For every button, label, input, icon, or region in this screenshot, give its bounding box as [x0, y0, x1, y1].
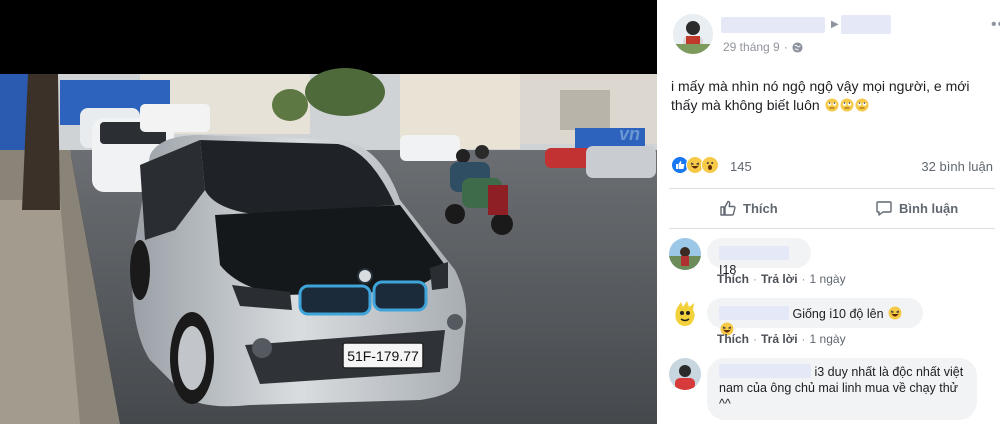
commenter-name-redacted[interactable]	[719, 364, 811, 378]
comment-reply-link[interactable]: Trả lời	[761, 272, 798, 286]
comment-label: Bình luận	[899, 200, 959, 216]
comment-item: I18 Thích · Trả lời · 1 ngày	[669, 238, 999, 288]
comment-icon	[876, 201, 892, 216]
comment-item: i3 duy nhất là độc nhất việt nam của ông…	[669, 358, 999, 424]
thumb-up-icon	[720, 200, 736, 216]
post-text: i mấy mà nhìn nó ngộ ngộ vậy mọi người, …	[671, 78, 970, 113]
post-actions: Thích Bình luận	[669, 190, 995, 226]
author-name-redacted[interactable]	[721, 17, 825, 33]
street-photo: 51F-179.77 vn	[0, 0, 657, 424]
comment-like-link[interactable]: Thích	[717, 272, 749, 286]
comment-text-line1: i3 duy nhất là độc nhất việt	[814, 365, 964, 379]
commenter-name-redacted[interactable]	[719, 306, 789, 320]
commenter-avatar[interactable]	[669, 238, 701, 270]
comment-time[interactable]: 1 ngày	[810, 272, 846, 286]
reactions-summary[interactable]: 145 32 bình luận	[671, 156, 993, 178]
divider-bottom	[669, 228, 995, 229]
comment-text-line2: nam của ông chủ mai linh mua về chạy thử	[719, 381, 959, 395]
laughing-emoji-icon	[888, 306, 902, 320]
comment-actions: Thích · Trả lời · 1 ngày	[717, 332, 846, 346]
license-plate-text: 51F-179.77	[347, 348, 419, 364]
reaction-icons	[671, 156, 719, 174]
like-button[interactable]: Thích	[719, 190, 778, 226]
post-header: ▶ 29 tháng 9 · •••	[673, 14, 1000, 58]
comment-text: Giống i10 độ lên	[792, 307, 884, 321]
meta-separator: ·	[783, 40, 788, 54]
caret-right-icon: ▶	[831, 19, 839, 30]
facebook-photo-viewer: 51F-179.77 vn ▶ 29 tháng 9 · • i mấy mà …	[0, 0, 1000, 424]
comment-bubble: Giống i10 độ lên	[707, 298, 923, 336]
rolling-eyes-emoji-icon	[825, 98, 839, 112]
rolling-eyes-emoji-icon	[855, 98, 869, 112]
like-label: Thích	[743, 200, 778, 216]
post-meta: 29 tháng 9 ·	[723, 40, 803, 54]
photo-area[interactable]: 51F-179.77 vn	[0, 0, 657, 424]
globe-icon	[792, 41, 803, 53]
comment-time[interactable]: 1 ngày	[810, 332, 846, 346]
comment-bubble: i3 duy nhất là độc nhất việt nam của ông…	[707, 358, 977, 420]
rolling-eyes-emoji-icon	[840, 98, 854, 112]
comment-actions: Thích · Trả lời · 1 ngày	[717, 272, 846, 286]
reaction-count: 145	[730, 159, 752, 174]
wow-icon	[701, 156, 719, 174]
commenter-avatar[interactable]	[669, 298, 701, 330]
comment-text-line3: ^^	[719, 397, 731, 411]
author-avatar[interactable]	[673, 14, 713, 54]
commenter-avatar[interactable]	[669, 358, 701, 390]
more-options-icon[interactable]: •••	[991, 16, 1000, 34]
comment-like-link[interactable]: Thích	[717, 332, 749, 346]
divider-top	[669, 188, 995, 189]
comment-bubble: I18	[707, 238, 811, 277]
group-name-redacted[interactable]	[841, 15, 891, 34]
commenter-name-redacted[interactable]	[719, 246, 789, 260]
watermark-text: vn	[619, 124, 640, 144]
post-body: i mấy mà nhìn nó ngộ ngộ vậy mọi người, …	[671, 77, 993, 115]
comment-button[interactable]: Bình luận	[875, 190, 958, 226]
post-date[interactable]: 29 tháng 9	[723, 40, 780, 54]
comment-reply-link[interactable]: Trả lời	[761, 332, 798, 346]
comment-item: Giống i10 độ lên Thích · Trả lời · 1 ngày	[669, 298, 999, 348]
comment-count-link[interactable]: 32 bình luận	[921, 159, 993, 174]
post-panel: ▶ 29 tháng 9 · ••• i mấy mà nhìn nó ngộ …	[657, 0, 1000, 424]
